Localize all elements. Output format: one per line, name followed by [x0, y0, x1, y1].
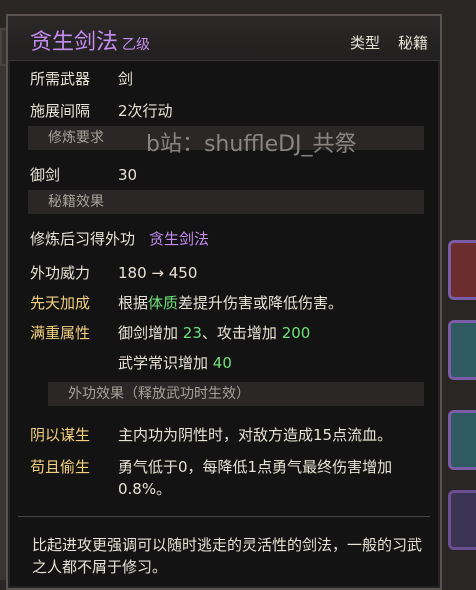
interval-value: 2次行动 — [118, 102, 173, 120]
weapon-value: 剑 — [118, 70, 134, 88]
background-card[interactable] — [448, 240, 476, 300]
full-bonus-text-c: 武学常识增加 — [118, 354, 209, 372]
innate-row: 先天加成 根据体质差提升伤害或降低伤害。 — [30, 292, 343, 313]
gou-value-line1: 勇气低于0，每降低1点勇气最终伤害增加 — [118, 458, 393, 476]
innate-suffix: 差提升伤害或降低伤害。 — [178, 294, 344, 312]
full-bonus-row-2: 武学常识增加 40 — [118, 352, 232, 373]
learn-value: 贪生剑法 — [149, 230, 210, 248]
gou-value-line2: 0.8%。 — [118, 480, 172, 498]
skill-description: 比起进攻更强调可以随时逃走的灵活性的剑法，一般的习武之人都不屑于修习。 — [32, 536, 423, 576]
full-bonus-row: 满重属性 御剑增加 23、攻击增加 200 — [30, 322, 310, 343]
yin-label: 阴以谋生 — [30, 426, 91, 444]
skill-tooltip: 贪生剑法 乙级 类型 秘籍 所需武器剑 施展间隔 2次行动 修炼要求 御剑 30 秘籍… — [6, 14, 442, 590]
gou-label: 苟且偷生 — [30, 458, 91, 476]
full-bonus-label: 满重属性 — [30, 324, 91, 342]
watermark-text: b站：shuffleDJ_共祭 — [146, 132, 357, 157]
type-value: 秘籍 — [397, 34, 428, 52]
gou-row: 苟且偷生 勇气低于0，每降低1点勇气最终伤害增加 — [30, 456, 392, 477]
interval-label: 施展间隔 — [30, 102, 91, 120]
background-card[interactable] — [448, 410, 476, 470]
effects-section-header: 秘籍效果 — [28, 190, 424, 214]
power-label: 外功威力 — [30, 264, 91, 282]
requirement-value: 30 — [118, 166, 138, 184]
requirement-label: 御剑 — [30, 166, 61, 184]
martial-effects-section-header: 外功效果（释放武功时生效） — [48, 382, 424, 406]
full-bonus-value-a: 23 — [182, 324, 202, 342]
gou-row-2: 0.8%。 — [118, 478, 171, 499]
background-card[interactable] — [448, 490, 476, 550]
innate-attribute: 体质 — [148, 294, 179, 312]
full-bonus-value-b: 200 — [281, 324, 311, 342]
yin-value: 主内功为阴性时，对敌方造成15点流血。 — [118, 426, 393, 444]
learn-row: 修炼后习得外功 贪生剑法 — [30, 228, 209, 249]
full-bonus-text-a: 御剑增加 — [118, 324, 179, 342]
weapon-label: 所需武器 — [30, 70, 91, 88]
weapon-row: 所需武器 剑 — [30, 68, 133, 89]
skill-name: 贪生剑法 乙级 — [30, 24, 150, 56]
power-row: 外功威力 180 → 450 — [30, 262, 197, 283]
requirement-row: 御剑 30 — [30, 164, 137, 185]
background-card[interactable] — [448, 320, 476, 380]
innate-prefix: 根据 — [118, 294, 149, 312]
skill-name-text: 贪生剑法 — [30, 30, 119, 55]
interval-row: 施展间隔 2次行动 — [30, 100, 173, 121]
skill-grade: 乙级 — [122, 37, 151, 53]
full-bonus-text-b: 、攻击增加 — [201, 324, 277, 342]
innate-label: 先天加成 — [30, 294, 91, 312]
full-bonus-value-c: 40 — [212, 354, 232, 372]
power-value: 180 → 450 — [118, 264, 198, 282]
type-label: 类型 — [349, 34, 380, 52]
yin-row: 阴以谋生 主内功为阴性时，对敌方造成15点流血。 — [30, 424, 392, 445]
learn-label: 修炼后习得外功 — [30, 230, 136, 248]
description-divider — [18, 516, 430, 517]
